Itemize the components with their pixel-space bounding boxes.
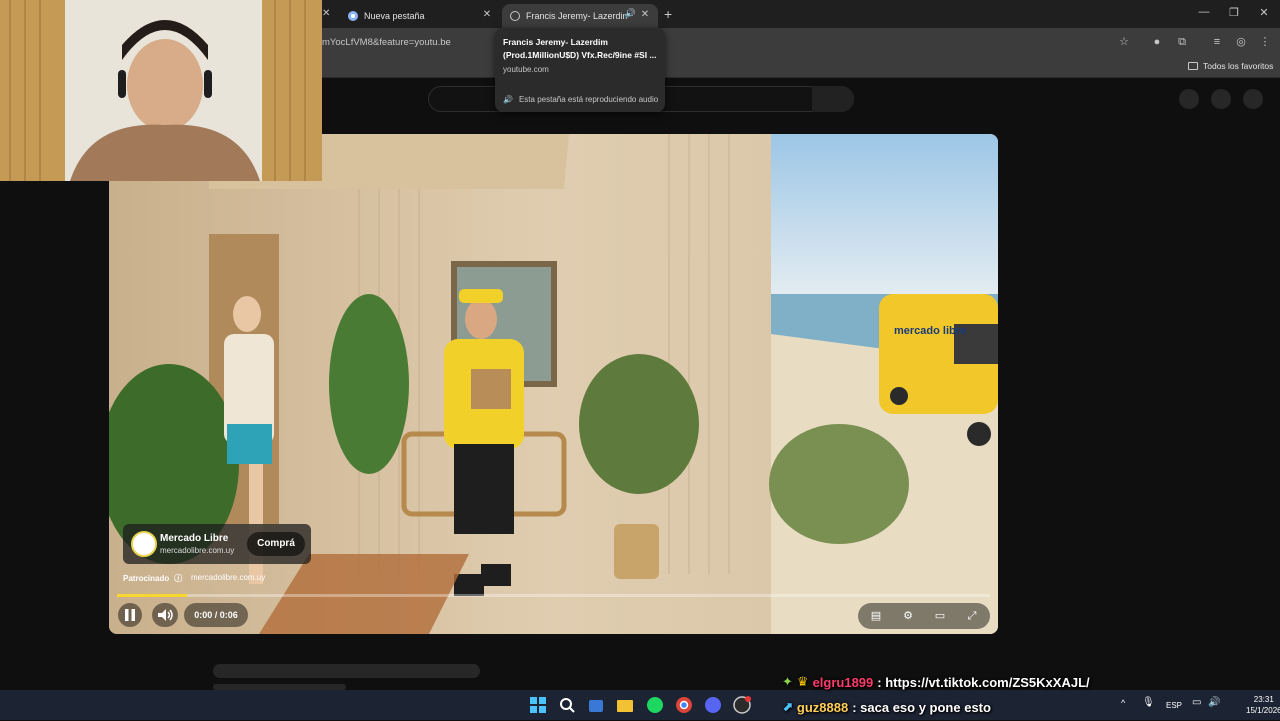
tab-label: Nueva pestaña	[364, 11, 425, 21]
progress-bar[interactable]	[117, 594, 990, 597]
create-icon[interactable]	[1179, 89, 1199, 109]
spotify-icon[interactable]	[644, 694, 666, 716]
ad-brand-name: Mercado Libre	[160, 533, 229, 544]
search-icon[interactable]	[556, 694, 578, 716]
store-icon[interactable]	[585, 694, 607, 716]
crown-icon: ♛	[796, 674, 809, 689]
sponsored-label: Patrocinado ⓘ	[123, 573, 182, 584]
minimize-icon[interactable]: —	[1192, 6, 1216, 18]
chat-message: ⬈ guz8888 : saca eso y pone esto	[782, 699, 991, 715]
extension-icon[interactable]: ●	[1150, 35, 1164, 49]
puzzle-icon[interactable]: ⧉	[1175, 35, 1189, 49]
speaker-icon[interactable]: 🔊	[625, 8, 636, 19]
chrome-icon	[348, 11, 358, 21]
discord-icon[interactable]	[702, 694, 724, 716]
time-display: 0:00 / 0:06	[184, 603, 248, 627]
all-bookmarks-button[interactable]: Todos los favoritos	[1188, 61, 1273, 71]
restore-icon[interactable]: ❐	[1222, 6, 1246, 19]
subtitles-icon[interactable]: ▤	[866, 606, 886, 626]
hover-card-audio: 🔊 Esta pestaña está reproduciendo audio	[503, 95, 658, 104]
tab-close-icon[interactable]: ✕	[638, 8, 652, 22]
chat-text: : https://vt.tiktok.com/ZS5KxXAJL/	[877, 674, 1090, 690]
title-placeholder	[213, 664, 480, 678]
chat-text: : saca eso y pone esto	[852, 699, 991, 715]
hover-card-title: Francis Jeremy- Lazerdim (Prod.1MillionU…	[503, 37, 657, 60]
fullscreen-icon[interactable]: ⤢	[962, 606, 982, 626]
avatar[interactable]	[1243, 89, 1263, 109]
streamer-webcam	[0, 0, 322, 181]
obs-icon[interactable]	[731, 694, 753, 716]
chrome-icon[interactable]	[673, 694, 695, 716]
tab-close-icon[interactable]: ✕	[480, 8, 494, 22]
speaker-icon: 🔊	[503, 95, 513, 104]
folder-icon	[1188, 62, 1198, 70]
chat-message: ✦ ♛ elgru1899 : https://vt.tiktok.com/ZS…	[782, 674, 1090, 690]
chat-username: guz8888	[796, 699, 849, 715]
taskbar	[0, 690, 1280, 720]
language-indicator[interactable]: ESP	[1166, 701, 1182, 710]
volume-icon	[158, 609, 173, 621]
chevron-up-icon[interactable]: ^	[1121, 698, 1125, 708]
clock-date: 15/1/2026	[1246, 706, 1280, 715]
tab-label: Francis Jeremy- Lazerdim (Pr	[526, 11, 628, 21]
clock[interactable]: 23:31 15/1/2026	[1246, 694, 1280, 716]
ad-domain: mercadolibre.com.uy	[160, 546, 235, 555]
chat-username: elgru1899	[812, 674, 874, 690]
hover-card-domain: youtube.com	[503, 65, 549, 74]
search-button[interactable]	[812, 86, 854, 112]
media-control-icon[interactable]: ≡	[1210, 35, 1224, 49]
menu-icon[interactable]: ⋮	[1258, 35, 1272, 49]
window-close-icon[interactable]: ✕	[1252, 6, 1276, 19]
ad-cta-button[interactable]: Comprá	[247, 532, 305, 556]
file-explorer-icon[interactable]	[614, 694, 636, 716]
windows-start-icon[interactable]	[527, 694, 549, 716]
svg-text:mercado libre: mercado libre	[894, 325, 966, 337]
mercado-libre-logo	[131, 531, 157, 557]
progress-fill	[117, 594, 187, 597]
webcam-overlay	[0, 0, 322, 181]
badge-icon: ✦	[782, 674, 793, 689]
speaker-icon[interactable]: 🔊	[1208, 697, 1220, 708]
sponsored-text: Patrocinado	[123, 574, 170, 583]
info-icon[interactable]: ⓘ	[174, 573, 182, 584]
bookmarks-label: Todos los favoritos	[1203, 61, 1274, 71]
settings-icon[interactable]: ⚙	[898, 606, 918, 626]
tab-youtube-video[interactable]: Francis Jeremy- Lazerdim (Pr 🔊 ✕	[502, 4, 658, 28]
network-icon[interactable]: ▭	[1192, 697, 1201, 708]
sponsored-url-link[interactable]: mercadolibre.com.uy	[191, 573, 265, 582]
badge-icon: ⬈	[782, 699, 793, 714]
tab-new-tab[interactable]: Nueva pestaña ✕	[340, 4, 500, 28]
clock-time: 23:31	[1253, 695, 1274, 704]
new-tab-icon[interactable]: +	[664, 6, 672, 22]
tab-hover-card: Francis Jeremy- Lazerdim (Prod.1MillionU…	[495, 28, 665, 112]
theater-mode-icon[interactable]: ▭	[930, 606, 950, 626]
pause-button[interactable]	[118, 603, 142, 627]
notifications-icon[interactable]	[1211, 89, 1231, 109]
microphone-icon[interactable]: 🎙	[1142, 697, 1155, 708]
address-bar[interactable]: mYocLfVM8&feature=youtu.be	[322, 37, 451, 48]
star-icon[interactable]: ☆	[1117, 35, 1131, 49]
tab-close-icon[interactable]: ✕	[322, 8, 330, 19]
volume-button[interactable]	[152, 603, 178, 627]
pause-icon	[125, 609, 135, 621]
loading-icon	[510, 11, 520, 21]
profile-icon[interactable]: ◎	[1234, 35, 1248, 49]
audio-text: Esta pestaña está reproduciendo audio	[518, 95, 659, 104]
